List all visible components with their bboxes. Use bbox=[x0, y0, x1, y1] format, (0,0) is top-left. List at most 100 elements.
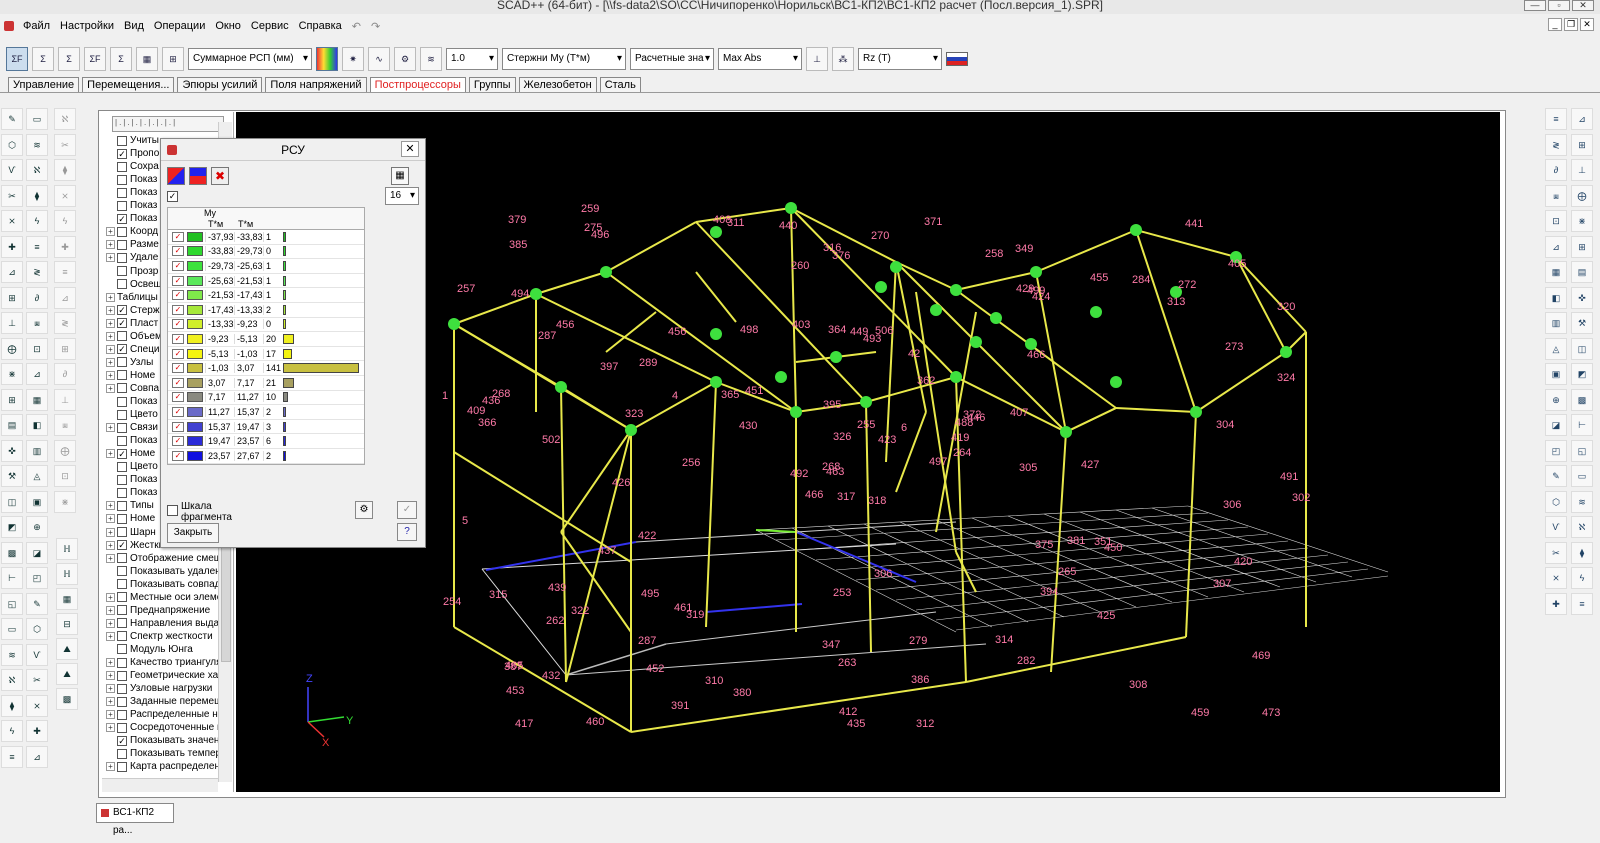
tree-node-checkbox[interactable] bbox=[117, 409, 127, 420]
apply-settings-icon[interactable]: ⚙ bbox=[355, 501, 373, 519]
expand-icon[interactable]: + bbox=[106, 671, 115, 681]
color-scale-row[interactable]: ✓ -5,13 -1,03 17 bbox=[168, 347, 364, 362]
right-tool-icon[interactable]: ⨁ bbox=[1571, 184, 1593, 207]
scale-settings-icon[interactable]: ▦ bbox=[391, 167, 409, 185]
row-toggle-icon[interactable]: ✓ bbox=[172, 231, 184, 242]
tree-node[interactable]: Прозр bbox=[106, 265, 158, 278]
left-tool-icon[interactable]: ◱ bbox=[1, 592, 23, 615]
mdi-close-button[interactable]: ✕ bbox=[1580, 18, 1594, 31]
color-scale-row[interactable]: ✓ 23,57 27,67 2 bbox=[168, 449, 364, 464]
tree-node[interactable]: + ✓ Пласт bbox=[106, 317, 158, 330]
tree-horizontal-scrollbar[interactable] bbox=[102, 778, 218, 792]
color-scale-row[interactable]: ✓ 11,27 15,37 2 bbox=[168, 405, 364, 420]
filter-tool-icon[interactable]: ⊟ bbox=[56, 613, 78, 635]
color-scale-row[interactable]: ✓ -37,93 -33,83 1 bbox=[168, 230, 364, 245]
tab-groups[interactable]: Группы bbox=[468, 77, 516, 93]
tree-node-checkbox[interactable] bbox=[117, 513, 127, 524]
close-button[interactable]: Закрыть bbox=[167, 523, 219, 543]
left-tool-icon[interactable]: ◰ bbox=[26, 567, 48, 589]
tree-node[interactable]: + Номе bbox=[106, 369, 155, 382]
menu-service[interactable]: Сервис bbox=[246, 20, 294, 32]
secondary-tool-icon[interactable]: ✚ bbox=[54, 235, 76, 258]
menu-operations[interactable]: Операции bbox=[149, 20, 210, 32]
left-tool-icon[interactable]: ⨯ bbox=[1, 210, 23, 232]
color-swatch[interactable] bbox=[187, 246, 203, 257]
tree-node-checkbox[interactable] bbox=[117, 500, 127, 511]
scale-select[interactable]: 1.0 bbox=[446, 48, 498, 70]
tree-node[interactable]: + Объем bbox=[106, 330, 162, 343]
tree-node-checkbox[interactable] bbox=[117, 487, 127, 498]
color-swatch[interactable] bbox=[187, 290, 203, 301]
left-tool-icon[interactable]: ✂ bbox=[26, 669, 48, 691]
secondary-tool-icon[interactable]: ⋇ bbox=[54, 490, 76, 513]
scale-count-select[interactable]: 16 bbox=[385, 187, 419, 205]
expand-icon[interactable]: + bbox=[106, 383, 115, 393]
right-tool-icon[interactable]: ◬ bbox=[1545, 337, 1567, 360]
right-tool-icon[interactable]: ≡ bbox=[1571, 592, 1593, 615]
tree-node-checkbox[interactable] bbox=[117, 370, 127, 381]
tab-stress-fields[interactable]: Поля напряжений bbox=[265, 77, 367, 93]
left-tool-icon[interactable]: ≡ bbox=[26, 235, 48, 258]
diagram-icon[interactable]: ∿ bbox=[368, 47, 390, 71]
tree-node[interactable]: + Номе bbox=[106, 512, 155, 525]
tree-node-checkbox[interactable] bbox=[117, 461, 127, 472]
left-tool-icon[interactable]: ◩ bbox=[1, 516, 23, 538]
row-toggle-icon[interactable]: ✓ bbox=[172, 333, 184, 344]
expand-icon[interactable] bbox=[106, 488, 115, 497]
tree-node[interactable]: + Узловые нагрузки bbox=[106, 682, 212, 695]
left-tool-icon[interactable]: ✂ bbox=[1, 184, 23, 207]
row-toggle-icon[interactable]: ✓ bbox=[172, 406, 184, 417]
tree-node[interactable]: Показывать темпер bbox=[106, 747, 221, 760]
left-tool-icon[interactable]: ▩ bbox=[1, 541, 23, 564]
expand-icon[interactable]: + bbox=[106, 605, 115, 615]
tree-node-checkbox[interactable] bbox=[117, 527, 127, 537]
right-tool-icon[interactable]: ∂ bbox=[1545, 159, 1567, 181]
tree-node-checkbox[interactable] bbox=[117, 657, 127, 668]
tab-displacements[interactable]: Перемещения... bbox=[82, 77, 175, 93]
frame-icon-button[interactable]: ⊞ bbox=[162, 47, 184, 71]
fragment-scale-checkbox[interactable] bbox=[167, 505, 178, 516]
tree-node[interactable]: Показ bbox=[106, 173, 157, 186]
language-flag-icon[interactable] bbox=[946, 52, 968, 66]
secondary-tool-icon[interactable]: ⊡ bbox=[54, 465, 76, 487]
expand-icon[interactable] bbox=[106, 580, 115, 589]
secondary-tool-icon[interactable]: ϟ bbox=[54, 210, 76, 232]
left-tool-icon[interactable]: ⊿ bbox=[1, 261, 23, 283]
tree-node-checkbox[interactable] bbox=[117, 187, 127, 198]
right-tool-icon[interactable]: ✂ bbox=[1545, 541, 1567, 564]
tree-node[interactable]: + Узлы bbox=[106, 356, 153, 369]
tree-node[interactable]: + ✓ Стерж bbox=[106, 304, 160, 317]
color-swatch[interactable] bbox=[187, 333, 203, 344]
expand-icon[interactable]: + bbox=[106, 370, 115, 380]
minimize-button[interactable]: — bbox=[1524, 0, 1546, 11]
color-swatch[interactable] bbox=[187, 436, 203, 447]
tree-node[interactable]: ✓ Пропо bbox=[106, 147, 159, 160]
rsu-option-checkbox[interactable]: ✓ bbox=[167, 191, 178, 202]
displacement-select[interactable]: Суммарное РСП (мм) bbox=[188, 48, 312, 70]
filter-tool-icon[interactable]: ℍ bbox=[56, 563, 78, 585]
expand-icon[interactable]: + bbox=[106, 592, 115, 602]
right-tool-icon[interactable]: ≡ bbox=[1545, 108, 1567, 130]
tree-node-checkbox[interactable] bbox=[117, 357, 127, 368]
expand-icon[interactable] bbox=[106, 214, 115, 223]
tree-node[interactable]: Показ bbox=[106, 186, 157, 199]
row-toggle-icon[interactable]: ✓ bbox=[172, 260, 184, 271]
mdi-restore-button[interactable]: ❐ bbox=[1564, 18, 1578, 31]
right-tool-icon[interactable]: ⊞ bbox=[1571, 133, 1593, 156]
right-tool-icon[interactable]: ⊿ bbox=[1545, 235, 1567, 258]
color-scale-row[interactable]: ✓ -21,53 -17,43 1 bbox=[168, 288, 364, 303]
tree-node-checkbox[interactable] bbox=[117, 618, 127, 629]
tab-reinforced-concrete[interactable]: Железобетон bbox=[518, 77, 597, 93]
left-tool-icon[interactable]: ▤ bbox=[1, 414, 23, 436]
maximize-button[interactable]: ▫ bbox=[1548, 0, 1570, 11]
secondary-tool-icon[interactable]: ⊿ bbox=[54, 286, 76, 309]
menu-settings[interactable]: Настройки bbox=[55, 20, 119, 32]
tree-node-checkbox[interactable]: ✓ bbox=[117, 735, 127, 746]
expand-icon[interactable]: + bbox=[106, 527, 115, 537]
color-swatch[interactable] bbox=[187, 450, 203, 461]
secondary-tool-icon[interactable]: ⨯ bbox=[54, 184, 76, 207]
tree-node[interactable]: Модуль Юнга bbox=[106, 643, 193, 656]
tree-node-checkbox[interactable] bbox=[117, 174, 127, 185]
tree-node-checkbox[interactable]: ✓ bbox=[117, 213, 127, 224]
color-scale-row[interactable]: ✓ -17,43 -13,33 2 bbox=[168, 303, 364, 318]
